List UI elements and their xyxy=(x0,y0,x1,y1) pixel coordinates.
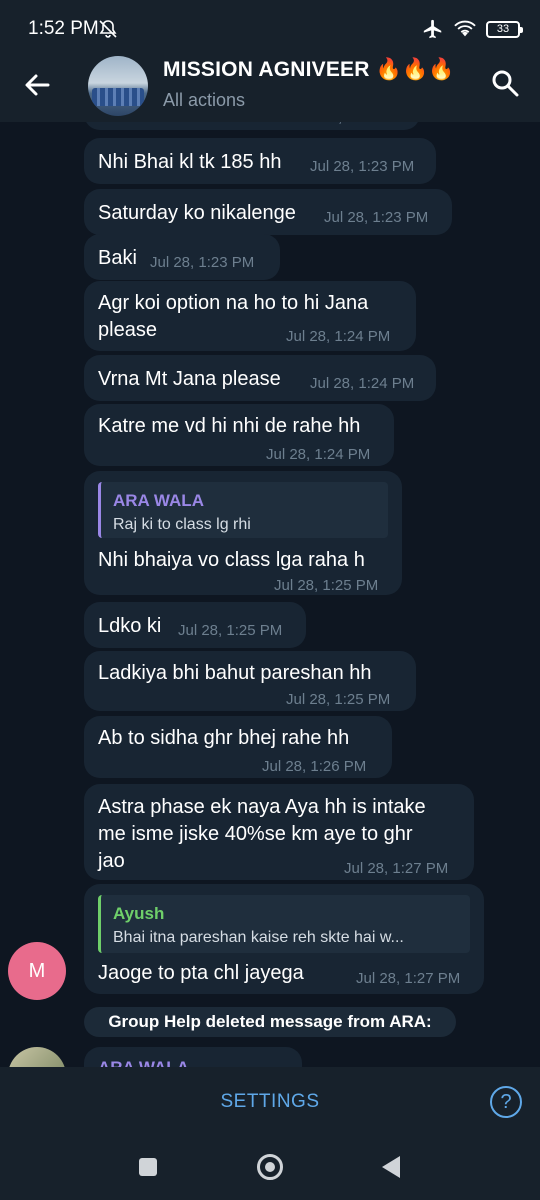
airplane-icon xyxy=(423,19,442,39)
message-bubble[interactable]: Ladkiya bhi bahut pareshan hh Jul 28, 1:… xyxy=(84,651,416,711)
message-bubble[interactable]: Agr koi option na ho to hi Jana please J… xyxy=(84,281,416,351)
message-text-line: Agr koi option na ho to hi Jana xyxy=(98,292,369,314)
message-text: Jaoge to pta chl jayega xyxy=(98,962,304,984)
bell-muted-icon xyxy=(99,20,117,38)
message-text-line: Astra phase ek naya Aya hh is intake xyxy=(98,796,426,818)
message-list[interactable]: Jul 28, 1:23 PM Nhi Bhai kl tk 185 hh Ju… xyxy=(0,122,540,1067)
message-text: Ladkiya bhi bahut pareshan hh xyxy=(98,662,372,684)
reply-sender: Ayush xyxy=(113,904,165,923)
message-time: Jul 28, 1:24 PM xyxy=(286,328,391,345)
message-bubble[interactable]: Ab to sidha ghr bhej rahe hh Jul 28, 1:2… xyxy=(84,716,392,778)
reply-quote[interactable]: ARA WALA Raj ki to class lg rhi xyxy=(98,482,388,538)
message-time: Jul 28, 1:23 PM xyxy=(298,122,402,131)
message-bubble[interactable]: Ldko ki Jul 28, 1:25 PM xyxy=(84,602,306,648)
message-text: Ldko ki xyxy=(98,615,162,637)
message-bubble[interactable]: Saturday ko nikalenge Jul 28, 1:23 PM xyxy=(84,189,452,235)
message-time: Jul 28, 1:24 PM xyxy=(266,446,371,463)
message-time: Jul 28, 1:25 PM xyxy=(286,691,391,708)
help-icon[interactable]: ? xyxy=(490,1086,522,1118)
group-subtitle: All actions xyxy=(163,90,246,110)
status-time: 1:52 PM xyxy=(28,18,99,39)
message-time: Jul 28, 1:23 PM xyxy=(310,158,415,175)
message-time: Jul 28, 1:27 PM xyxy=(356,970,461,987)
message-text: Vrna Mt Jana please xyxy=(98,368,281,390)
home-icon[interactable] xyxy=(257,1154,283,1180)
bottom-bar: SETTINGS ? xyxy=(0,1067,540,1135)
back-arrow-icon[interactable] xyxy=(22,70,52,100)
message-bubble[interactable]: Vrna Mt Jana please Jul 28, 1:24 PM xyxy=(84,355,436,401)
message-bubble[interactable]: Ayush Bhai itna pareshan kaise reh skte … xyxy=(84,884,484,994)
message-bubble[interactable]: ARA WALA Raj ki to class lg rhi Nhi bhai… xyxy=(84,471,402,595)
battery-level: 33 xyxy=(496,23,510,35)
message-time: Jul 28, 1:26 PM xyxy=(262,758,367,775)
message-bubble[interactable]: Astra phase ek naya Aya hh is intake me … xyxy=(84,784,474,880)
group-title[interactable]: MISSION AGNIVEER 🔥🔥🔥 xyxy=(163,58,455,82)
message-bubble[interactable]: Katre me vd hi nhi de rahe hh Jul 28, 1:… xyxy=(84,404,394,466)
reply-text: Raj ki to class lg rhi xyxy=(113,516,251,533)
message-time: Jul 28, 1:23 PM xyxy=(324,209,429,226)
battery-indicator: 33 xyxy=(486,20,523,38)
nav-back-icon[interactable] xyxy=(382,1156,400,1178)
message-text: Katre me vd hi nhi de rahe hh xyxy=(98,415,361,437)
search-icon[interactable] xyxy=(490,68,520,98)
message-bubble[interactable]: Baki Jul 28, 1:23 PM xyxy=(84,234,280,280)
message-time: Jul 28, 1:27 PM xyxy=(344,860,449,877)
message-text-line: me isme jiske 40%se km aye to ghr xyxy=(98,823,413,845)
group-avatar[interactable] xyxy=(88,56,148,116)
message-text: Baki xyxy=(98,247,137,269)
message-time: Jul 28, 1:24 PM xyxy=(310,375,415,392)
message-text: Nhi bhaiya vo class lga raha h xyxy=(98,549,365,571)
reply-quote[interactable]: Ayush Bhai itna pareshan kaise reh skte … xyxy=(98,895,470,953)
settings-button[interactable]: SETTINGS xyxy=(0,1091,540,1113)
message-time: Jul 28, 1:23 PM xyxy=(150,254,255,271)
message-text: Nhi Bhai kl tk 185 hh xyxy=(98,151,282,173)
avatar[interactable]: M xyxy=(8,942,66,1000)
message-text-line: please xyxy=(98,319,157,341)
wifi-icon xyxy=(454,20,476,37)
message-text: Saturday ko nikalenge xyxy=(98,202,296,224)
message-bubble[interactable]: Nhi Bhai kl tk 185 hh Jul 28, 1:23 PM xyxy=(84,138,436,184)
message-text-line: jao xyxy=(98,850,125,872)
message-bubble[interactable]: ARA WALA xyxy=(84,1047,302,1067)
recent-apps-icon[interactable] xyxy=(139,1158,157,1176)
service-message: Group Help deleted message from ARA: xyxy=(84,1007,456,1037)
reply-text: Bhai itna pareshan kaise reh skte hai w.… xyxy=(113,929,404,946)
reply-sender: ARA WALA xyxy=(113,491,204,510)
system-nav-bar xyxy=(0,1135,540,1200)
message-text: Ab to sidha ghr bhej rahe hh xyxy=(98,727,350,749)
chat-header: MISSION AGNIVEER 🔥🔥🔥 All actions xyxy=(0,50,540,122)
avatar[interactable] xyxy=(8,1047,66,1067)
message-time: Jul 28, 1:25 PM xyxy=(178,622,283,639)
message-sender: ARA WALA xyxy=(98,1055,189,1067)
message-time: Jul 28, 1:25 PM xyxy=(274,577,379,594)
message-bubble[interactable]: Jul 28, 1:23 PM xyxy=(84,122,420,130)
